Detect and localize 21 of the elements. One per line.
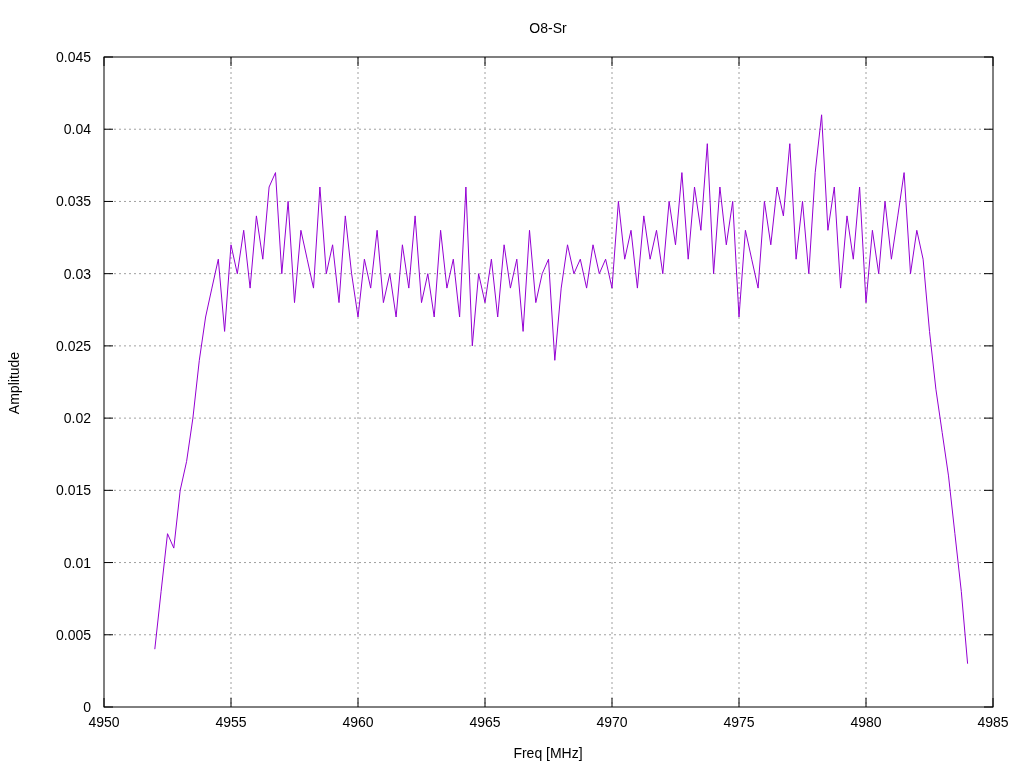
x-tick-label: 4970: [596, 714, 628, 730]
x-tick-label: 4975: [723, 714, 755, 730]
y-tick-label: 0: [83, 699, 91, 715]
x-axis-title: Freq [MHz]: [513, 745, 583, 761]
x-tick-label: 4980: [850, 714, 882, 730]
y-tick-label: 0.01: [63, 554, 91, 571]
y-tick-label: 0.015: [55, 482, 91, 499]
x-tick-label: 4950: [88, 714, 120, 730]
y-tick-label: 0.03: [63, 265, 91, 282]
y-tick-label: 0.035: [55, 193, 91, 210]
x-tick-label: 4965: [469, 714, 501, 730]
x-tick-label: 4960: [342, 714, 374, 730]
y-tick-label: 0.005: [55, 626, 91, 643]
y-tick-label: 0.025: [55, 337, 91, 354]
y-tick-label: 0.02: [63, 410, 91, 427]
y-axis-title: Amplitude: [6, 351, 22, 415]
chart-title: O8-Sr: [529, 20, 567, 36]
y-tick-label: 0.04: [63, 121, 91, 138]
x-tick-label: 4955: [215, 714, 247, 730]
y-tick-label: 0.045: [55, 49, 91, 65]
x-tick-label: 4985: [977, 714, 1009, 730]
